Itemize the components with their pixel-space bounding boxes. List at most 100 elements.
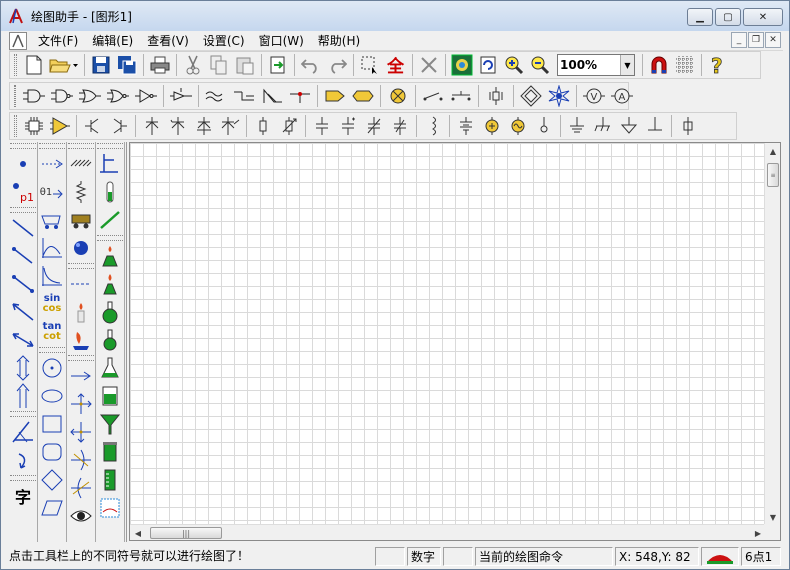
lens-tool[interactable]: [67, 446, 95, 474]
zoom-in-button[interactable]: [501, 53, 527, 77]
cylinder-tool[interactable]: [96, 466, 124, 494]
menu-view[interactable]: 查看(V): [140, 31, 196, 51]
save-button[interactable]: [88, 53, 114, 77]
sin-cos-tool[interactable]: sin cos: [38, 290, 66, 318]
refraction-tool[interactable]: [67, 474, 95, 502]
trolley-tool[interactable]: [67, 206, 95, 234]
funnel-tool[interactable]: [96, 410, 124, 438]
spring-tool[interactable]: [67, 178, 95, 206]
angle-label-tool[interactable]: θ1: [38, 178, 66, 206]
shape-library-button[interactable]: [449, 53, 475, 77]
menu-settings[interactable]: 设置(C): [196, 31, 252, 51]
child-minimize-button[interactable]: _: [731, 32, 747, 48]
diode-line-button[interactable]: [230, 84, 258, 108]
ellipse-tool[interactable]: [38, 382, 66, 410]
export-button[interactable]: [265, 53, 291, 77]
dashed-line-tool[interactable]: [67, 270, 95, 298]
circle-center-tool[interactable]: [38, 354, 66, 382]
diode1-button[interactable]: [139, 114, 165, 138]
labeled-point-tool[interactable]: p1: [9, 178, 37, 206]
water-trough-tool[interactable]: [96, 494, 124, 522]
canvas-grid[interactable]: [130, 143, 766, 525]
diode4-button[interactable]: [217, 114, 243, 138]
cross-arrows-tool[interactable]: [67, 390, 95, 418]
menu-edit[interactable]: 编辑(E): [85, 31, 140, 51]
segment-tool[interactable]: [9, 242, 37, 270]
cut-button[interactable]: [180, 53, 206, 77]
burner-tool[interactable]: [67, 326, 95, 354]
rounded-rect-tool[interactable]: [38, 438, 66, 466]
up-arrow-tool[interactable]: [9, 382, 37, 410]
node-button[interactable]: [286, 84, 314, 108]
tag-button[interactable]: [321, 84, 349, 108]
arrow-right-tool[interactable]: [67, 362, 95, 390]
chip-button[interactable]: [21, 114, 47, 138]
ammeter-button[interactable]: A: [608, 84, 636, 108]
refresh-button[interactable]: [475, 53, 501, 77]
toolbar-grip[interactable]: [14, 54, 17, 76]
zoom-select[interactable]: 100% ▼: [557, 54, 635, 76]
dashed-arrow-tool[interactable]: [38, 150, 66, 178]
horizontal-scroll-thumb[interactable]: |||: [150, 527, 222, 539]
dc-source-button[interactable]: [479, 114, 505, 138]
horizontal-scrollbar[interactable]: ◀ ||| ▶: [130, 524, 766, 540]
delete-button[interactable]: [416, 53, 442, 77]
open-file-button[interactable]: [47, 53, 81, 77]
voltmeter-button[interactable]: V: [580, 84, 608, 108]
new-file-button[interactable]: [21, 53, 47, 77]
maximize-button[interactable]: ▢: [715, 8, 741, 26]
lamp-stand-tool[interactable]: [96, 270, 124, 298]
vertical-double-arrow-tool[interactable]: [9, 354, 37, 382]
nand-gate-button[interactable]: [48, 84, 76, 108]
vertical-scroll-thumb[interactable]: ≡: [767, 163, 779, 187]
copy-button[interactable]: [206, 53, 232, 77]
ac-source-button[interactable]: [505, 114, 531, 138]
battery-button[interactable]: [453, 114, 479, 138]
gas-jar-tool[interactable]: [96, 438, 124, 466]
ground3-button[interactable]: [616, 114, 642, 138]
candle-tool[interactable]: [67, 298, 95, 326]
buffer-gate-button[interactable]: [132, 84, 160, 108]
magnet-button[interactable]: [646, 53, 672, 77]
amplifier-button[interactable]: [47, 114, 73, 138]
var-resistor-button[interactable]: [276, 114, 302, 138]
glass-rod-tool[interactable]: [96, 206, 124, 234]
npn-button[interactable]: [80, 114, 106, 138]
pnp-button[interactable]: [106, 114, 132, 138]
waveform-button[interactable]: [202, 84, 230, 108]
diamond-tool[interactable]: [38, 466, 66, 494]
and-gate-button[interactable]: [20, 84, 48, 108]
arc-arrow-tool[interactable]: [9, 446, 37, 474]
menu-help[interactable]: 帮助(H): [311, 31, 367, 51]
beaker-tool[interactable]: [96, 382, 124, 410]
angle-tool[interactable]: [9, 418, 37, 446]
double-arrow-tool[interactable]: [9, 326, 37, 354]
save-all-button[interactable]: [114, 53, 140, 77]
diamond-button[interactable]: [517, 84, 545, 108]
print-button[interactable]: [147, 53, 173, 77]
select-button[interactable]: [357, 53, 383, 77]
diode2-button[interactable]: [165, 114, 191, 138]
schmitt-button[interactable]: [167, 84, 195, 108]
undo-button[interactable]: [298, 53, 324, 77]
hexagon-button[interactable]: [349, 84, 377, 108]
select-all-button[interactable]: 全: [383, 53, 409, 77]
ray-tool[interactable]: [9, 298, 37, 326]
document-icon[interactable]: [9, 31, 27, 50]
hatch-tool[interactable]: [67, 150, 95, 178]
menu-file[interactable]: 文件(F): [31, 31, 85, 51]
terminal-button[interactable]: [531, 114, 557, 138]
capacitor-button[interactable]: [482, 84, 510, 108]
scroll-down-icon[interactable]: ▼: [765, 509, 780, 525]
transistor-button[interactable]: [258, 84, 286, 108]
toolbar-grip[interactable]: [14, 115, 17, 137]
cart-tool[interactable]: [38, 206, 66, 234]
alcohol-lamp-tool[interactable]: [96, 242, 124, 270]
toolbar-grip[interactable]: [14, 85, 16, 107]
flask-tool[interactable]: [96, 326, 124, 354]
ball-tool[interactable]: [67, 234, 95, 262]
nor-gate-button[interactable]: [104, 84, 132, 108]
inductor-button[interactable]: [420, 114, 446, 138]
decay-curve-tool[interactable]: [38, 262, 66, 290]
minimize-button[interactable]: ▁: [687, 8, 713, 26]
